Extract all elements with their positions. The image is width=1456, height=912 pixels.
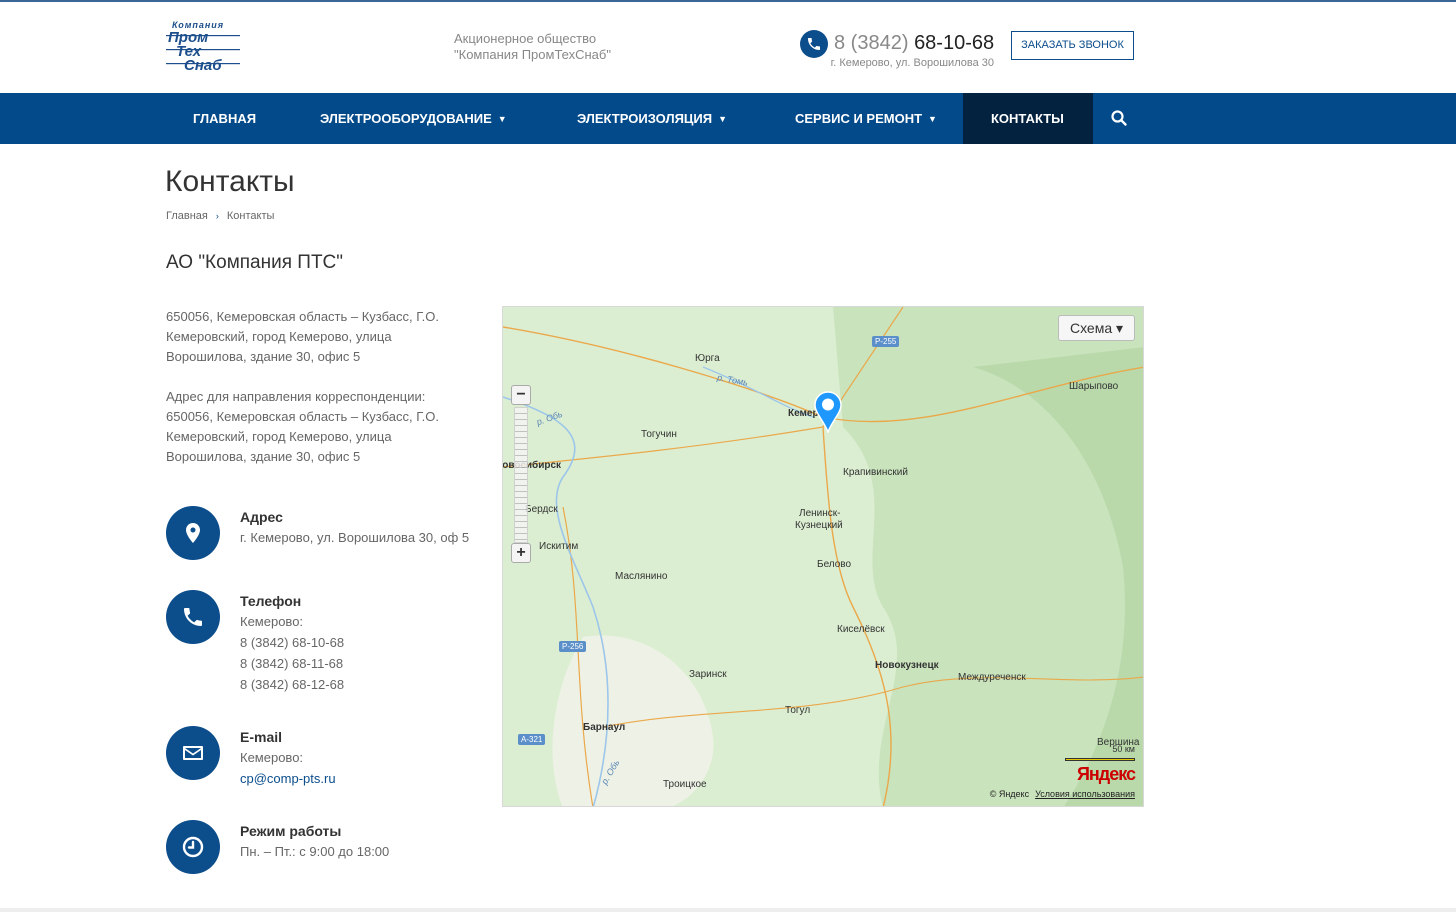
logo-text-3: Снаб xyxy=(184,57,222,74)
yandex-map[interactable]: Юрга Кемерово Шарыпово Тогучин Новосибир… xyxy=(502,306,1144,807)
map-label-belovo: Белово xyxy=(817,559,852,570)
company-line-1: Акционерное общество xyxy=(454,31,597,46)
contact-phone-number[interactable]: 8 (3842) 68-12-68 xyxy=(240,677,344,692)
map-label-togul: Тогул xyxy=(785,705,811,716)
address-line: Кемеровский, город Кемерово, улица xyxy=(166,429,392,444)
main-nav: Главная Электрооборудование ▼ Электроизол… xyxy=(0,93,1456,144)
map-scale-bar xyxy=(1065,758,1135,761)
breadcrumb: Главная › Контакты xyxy=(166,210,274,222)
phone-icon xyxy=(166,590,220,644)
contact-email-city: Кемерово: xyxy=(240,750,304,765)
map-label-yurga: Юрга xyxy=(695,353,720,364)
map-label-barnaul: Барнаул xyxy=(583,722,626,733)
contact-email-title: E-mail xyxy=(240,729,283,745)
phone-icon xyxy=(800,30,828,58)
phone-digits: 68-10-68 xyxy=(914,32,995,54)
map-label-mezhdurechensk: Междуреченск xyxy=(958,672,1026,683)
zoom-slider[interactable] xyxy=(514,407,528,543)
contact-hours-text: Пн. – Пт.: с 9:00 до 18:00 xyxy=(240,844,390,859)
map-label-kiselevsk: Киселёвск xyxy=(837,624,885,635)
nav-label: Электроизоляция xyxy=(577,111,713,126)
map-label-toguchin: Тогучин xyxy=(641,429,677,440)
map-label-leninsk-1: Ленинск- xyxy=(799,508,841,519)
clock-icon xyxy=(166,820,220,874)
nav-label: Главная xyxy=(193,111,257,126)
address-line xyxy=(166,367,466,387)
nav-item-service-repair[interactable]: Сервис и ремонт ▼ xyxy=(795,93,937,144)
map-zoom-control: − + xyxy=(511,385,531,565)
breadcrumb-home[interactable]: Главная xyxy=(166,210,208,222)
chevron-down-icon: ▼ xyxy=(497,114,507,124)
contact-phone-title: Телефон xyxy=(240,593,302,609)
breadcrumb-current: Контакты xyxy=(226,210,275,222)
search-icon[interactable] xyxy=(1110,109,1128,127)
company-description: Акционерное общество "Компания ПромТехСн… xyxy=(454,31,611,63)
address-line: 650056, Кемеровская область – Кузбасс, Г… xyxy=(166,309,440,324)
address-block: 650056, Кемеровская область – Кузбасс, Г… xyxy=(166,307,466,467)
address-line: Адрес для направления корреспонденции: xyxy=(166,389,426,404)
company-name: АО "Компания ПТС" xyxy=(166,252,344,273)
map-label-novokuznetsk: Новокузнецк xyxy=(875,660,939,671)
page-title: Контакты xyxy=(165,165,295,198)
company-logo[interactable]: Компания Пром Тех Снаб xyxy=(166,20,240,74)
map-terms-link[interactable]: Условия использования xyxy=(1035,789,1135,799)
breadcrumb-separator-icon: › xyxy=(215,211,219,221)
contact-address-text: г. Кемерово, ул. Ворошилова 30, оф 5 xyxy=(240,530,470,545)
map-road-a321: А-321 xyxy=(518,734,546,745)
contact-address-title: Адрес xyxy=(240,509,283,525)
zoom-out-button[interactable]: − xyxy=(511,385,531,405)
map-label-leninsk-2: Кузнецкий xyxy=(795,520,843,531)
contact-phone-city: Кемерово: xyxy=(240,614,304,629)
map-road-r255: Р-255 xyxy=(872,336,900,347)
nav-item-home[interactable]: Главная xyxy=(193,93,256,144)
zoom-in-button[interactable]: + xyxy=(511,543,531,563)
nav-item-electrical-insulation[interactable]: Электроизоляция ▼ xyxy=(577,93,727,144)
yandex-logo[interactable]: Яндекс xyxy=(1077,764,1136,785)
chevron-down-icon: ▼ xyxy=(928,114,937,124)
address-line: Кемеровский, город Кемерово, улица xyxy=(166,329,392,344)
contact-phone-number[interactable]: 8 (3842) 68-11-68 xyxy=(240,656,343,671)
nav-item-electrical-equipment[interactable]: Электрооборудование ▼ xyxy=(320,93,507,144)
contact-hours-title: Режим работы xyxy=(240,823,342,839)
map-label-zarinsk: Заринск xyxy=(689,669,727,680)
company-line-2: "Компания ПромТехСнаб" xyxy=(454,47,611,62)
map-road-r256: Р-256 xyxy=(559,641,587,652)
header-address: г. Кемерово, ул. Ворошилова 30 xyxy=(830,57,994,69)
map-copyright-text: © Яндекс xyxy=(989,789,1030,799)
address-line: Ворошилова, здание 30, офис 5 xyxy=(166,449,361,464)
chevron-down-icon: ▼ xyxy=(718,114,728,124)
map-label-iskitim: Искитим xyxy=(539,541,579,552)
header: Компания Пром Тех Снаб Акционерное общес… xyxy=(0,2,1456,93)
email-link[interactable]: cp@comp-pts.ru xyxy=(240,771,336,786)
map-type-select[interactable]: Схема ▾ xyxy=(1058,315,1135,341)
map-copyright: © Яндекс Условия использования xyxy=(990,789,1135,799)
address-line: Ворошилова, здание 30, офис 5 xyxy=(166,349,361,364)
map-label-krapivinsky: Крапивинский xyxy=(843,467,908,478)
address-line: 650056, Кемеровская область – Кузбасс, Г… xyxy=(166,409,440,424)
footer-divider xyxy=(0,908,1456,912)
map-label-sharypovo: Шарыпово xyxy=(1069,381,1119,392)
envelope-icon xyxy=(166,726,220,780)
nav-label: Контакты xyxy=(991,111,1064,126)
map-label-maslyanino: Маслянино xyxy=(615,571,668,582)
contact-phone-number[interactable]: 8 (3842) 68-10-68 xyxy=(240,635,344,650)
location-pin-icon xyxy=(166,506,220,560)
map-label-troitskoe: Троицкое xyxy=(663,779,707,790)
callback-button[interactable]: Заказать звонок xyxy=(1011,31,1134,60)
phone-code: 8 (3842) xyxy=(834,32,909,54)
nav-label: Электрооборудование xyxy=(320,111,492,126)
header-phone-number[interactable]: 8 (3842) 68-10-68 xyxy=(834,32,994,55)
map-scale-label: 50 км xyxy=(1112,744,1135,754)
map-marker-icon[interactable] xyxy=(814,391,842,433)
nav-item-contacts[interactable]: Контакты xyxy=(991,93,1064,144)
nav-label: Сервис и ремонт xyxy=(795,111,923,126)
